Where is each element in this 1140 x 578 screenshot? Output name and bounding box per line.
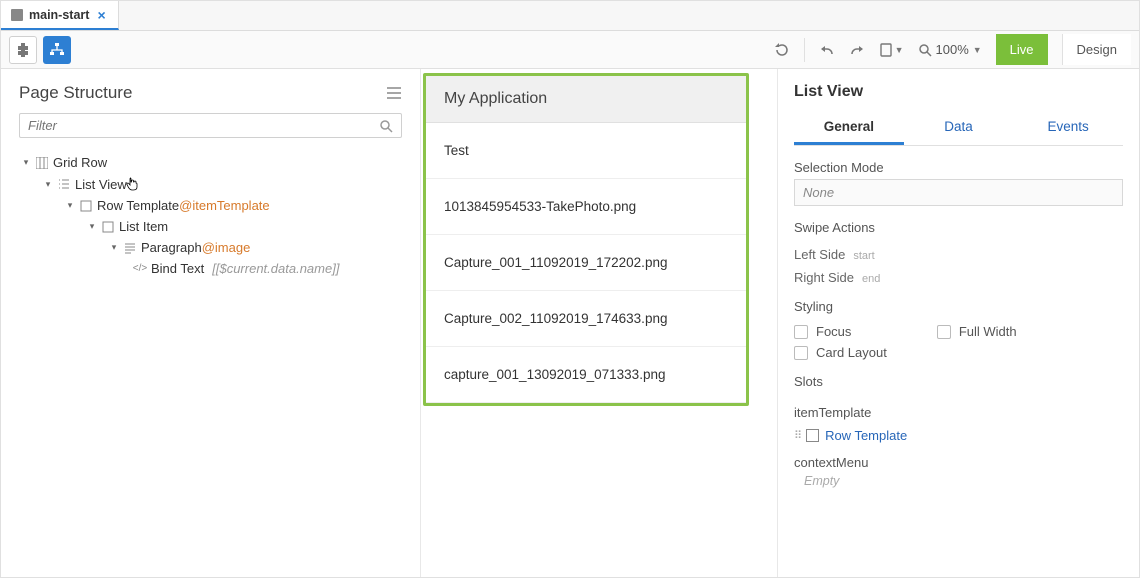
list-item[interactable]: Test (426, 123, 746, 179)
close-icon[interactable]: × (95, 7, 107, 23)
search-icon[interactable] (379, 119, 393, 133)
caret-icon[interactable]: ▾ (65, 200, 75, 211)
reload-icon[interactable] (774, 42, 790, 58)
tree-label: Paragraph@image (141, 240, 250, 255)
swipe-left-row[interactable]: Left Side start (794, 247, 1123, 262)
tree-node-rowtemplate[interactable]: ▾ Row Template@itemTemplate (13, 195, 408, 216)
item-icon (101, 221, 115, 233)
designer-toolbar: ▼ 100% ▼ Live Design (1, 31, 1139, 69)
slots-label: Slots (794, 374, 1123, 389)
swipe-right-label: Right Side (794, 270, 854, 285)
caret-icon[interactable]: ▾ (21, 157, 31, 168)
swipe-right-row[interactable]: Right Side end (794, 270, 1123, 285)
slot-itemtemplate-label: itemTemplate (794, 405, 1123, 420)
live-button[interactable]: Live (996, 34, 1048, 65)
styling-label: Styling (794, 299, 1123, 314)
list-item[interactable]: 1013845954533-TakePhoto.png (426, 179, 746, 235)
bind-expression: [[$current.data.name]] (212, 261, 339, 276)
components-palette-button[interactable] (9, 36, 37, 64)
properties-title: List View (794, 79, 1123, 111)
swipe-right-tag: end (862, 273, 880, 285)
drag-handle-icon[interactable]: ⠿ (794, 429, 800, 442)
structure-tree: ▾ Grid Row ▾ List View ▾ Row Template@it… (1, 148, 420, 283)
list-icon (57, 178, 71, 190)
tree-node-bindtext[interactable]: </> Bind Text [[$current.data.name]] (13, 258, 408, 279)
tree-label: Row Template@itemTemplate (97, 198, 270, 213)
file-icon (11, 9, 23, 21)
selection-mode-select[interactable]: None (794, 179, 1123, 206)
caret-icon[interactable]: ▾ (43, 179, 53, 190)
preview-listview: Test 1013845954533-TakePhoto.png Capture… (426, 123, 746, 403)
tree-node-listitem[interactable]: ▾ List Item (13, 216, 408, 237)
panel-title: Page Structure (19, 83, 132, 103)
tab-events[interactable]: Events (1013, 111, 1123, 145)
slot-empty: Empty (794, 470, 1123, 492)
tab-data[interactable]: Data (904, 111, 1014, 145)
device-preview: My Application Test 1013845954533-TakePh… (423, 73, 749, 406)
tree-node-gridrow[interactable]: ▾ Grid Row (13, 152, 408, 173)
code-icon: </> (133, 263, 147, 274)
cardlayout-checkbox[interactable]: Card Layout (794, 345, 887, 360)
swipe-left-label: Left Side (794, 247, 845, 262)
slot-contextmenu-label: contextMenu (794, 455, 1123, 470)
tree-node-listview[interactable]: ▾ List View (13, 173, 408, 195)
tab-general[interactable]: General (794, 111, 904, 145)
paragraph-icon (123, 242, 137, 254)
tree-label: Bind Text (151, 261, 204, 276)
swipe-actions-label: Swipe Actions (794, 220, 1123, 235)
tree-label: Grid Row (53, 155, 107, 170)
editor-tab-main-start[interactable]: main-start × (1, 1, 119, 30)
design-canvas: My Application Test 1013845954533-TakePh… (421, 69, 777, 577)
hand-cursor-icon (125, 176, 139, 192)
redo-icon[interactable] (849, 42, 865, 58)
list-item[interactable]: capture_001_13092019_071333.png (426, 347, 746, 403)
zoom-value: 100% (936, 42, 969, 57)
tree-node-paragraph[interactable]: ▾ Paragraph@image (13, 237, 408, 258)
grid-icon (35, 157, 49, 169)
app-title: My Application (426, 76, 746, 123)
template-icon (79, 200, 93, 212)
device-selector[interactable]: ▼ (879, 43, 904, 57)
design-button[interactable]: Design (1062, 34, 1131, 65)
list-item[interactable]: Capture_001_11092019_172202.png (426, 235, 746, 291)
caret-icon[interactable]: ▾ (109, 242, 119, 253)
slot-rowtemplate[interactable]: ⠿ Row Template (794, 428, 1123, 443)
focus-checkbox[interactable]: Focus (794, 324, 887, 339)
swipe-left-tag: start (853, 250, 874, 262)
tree-label: List Item (119, 219, 168, 234)
slot-rowtemplate-label: Row Template (825, 428, 907, 443)
search-icon (918, 43, 932, 57)
editor-tabbar: main-start × (1, 1, 1139, 31)
caret-icon[interactable]: ▾ (87, 221, 97, 232)
selection-mode-label: Selection Mode (794, 160, 1123, 175)
filter-input[interactable] (28, 118, 379, 133)
list-item[interactable]: Capture_002_11092019_174633.png (426, 291, 746, 347)
tab-label: main-start (29, 8, 89, 22)
fullwidth-checkbox[interactable]: Full Width (937, 324, 1017, 339)
properties-panel: List View General Data Events Selection … (777, 69, 1139, 577)
properties-tabs: General Data Events (794, 111, 1123, 146)
structure-button[interactable] (43, 36, 71, 64)
tree-label: List View (75, 177, 127, 192)
filter-input-wrap (19, 113, 402, 138)
panel-menu-icon[interactable] (386, 86, 402, 100)
page-structure-panel: Page Structure ▾ Grid Row (1, 69, 421, 577)
template-icon (806, 429, 819, 442)
undo-icon[interactable] (819, 42, 835, 58)
zoom-control[interactable]: 100% ▼ (918, 42, 982, 57)
